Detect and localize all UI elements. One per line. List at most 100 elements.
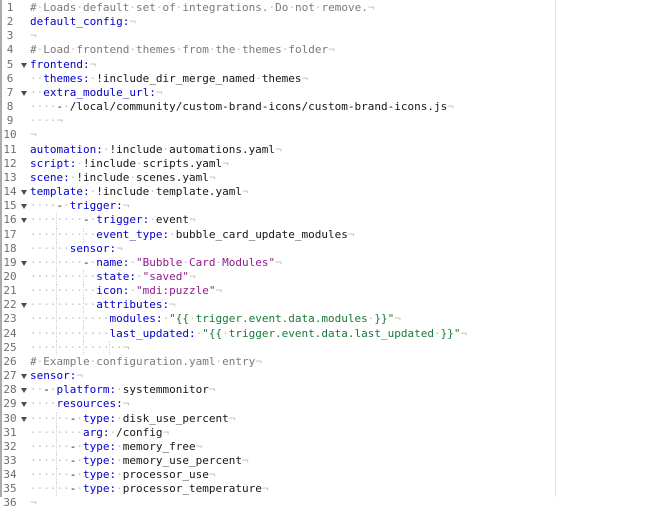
line-number[interactable]: 19 [2,256,18,270]
token: from [182,43,209,57]
code-text: ··········state:·"saved"¬ [30,269,196,285]
fold-toggle-icon[interactable] [18,213,30,227]
line-number[interactable]: 34 [2,468,18,482]
code-line[interactable]: 27 sensor:¬ [2,369,467,383]
code-line[interactable]: 20 ··········state:·"saved"¬ [2,269,467,285]
code-text: frontend:¬ [30,58,96,72]
code-line[interactable]: 23 ············modules:·"{{·trigger.event… [2,312,467,327]
code-line[interactable]: 28 ··-·platform:·systemmonitor¬ [2,383,467,397]
line-number[interactable]: 22 [2,298,18,312]
code-line[interactable]: 33 ······-·type:·memory_use_percent¬ [2,454,467,469]
code-editor[interactable]: 1 #·Loads·default·set·of·integrations.·Do… [0,0,652,509]
fold-toggle-icon[interactable] [18,199,30,213]
fold-toggle-icon[interactable] [18,86,30,100]
fold-toggle-icon[interactable] [18,298,30,312]
token: last_updated: [109,326,196,340]
code-line[interactable]: 4 #·Load·frontend·themes·from·the·themes·… [2,43,467,57]
line-number[interactable]: 21 [2,284,18,298]
fold-toggle-icon[interactable] [18,185,30,199]
line-number[interactable]: 29 [2,397,18,411]
line-number[interactable]: 11 [2,143,18,157]
code-line[interactable]: 9 ····¬ [2,114,467,128]
code-text: script:·!include·scripts.yaml¬ [30,157,229,171]
code-line[interactable]: 26 #·Example·configuration.yaml·entry¬ [2,355,467,369]
code-line[interactable]: 22 ··········attributes:¬ [2,298,467,313]
line-number[interactable]: 1 [2,1,18,15]
line-number[interactable]: 16 [2,213,18,227]
line-number[interactable]: 4 [2,43,18,57]
code-text: automation:·!include·automations.yaml¬ [30,143,282,157]
code-line[interactable]: 8 ····-·/local/community/custom-brand-ico… [2,100,467,114]
fold-toggle-icon[interactable] [18,58,30,72]
line-number[interactable]: 12 [2,157,18,171]
fold-toggle-icon[interactable] [18,369,30,383]
line-number[interactable]: 7 [2,86,18,100]
code-line[interactable]: 12 script:·!include·scripts.yaml¬ [2,157,467,171]
line-number[interactable]: 10 [2,128,18,142]
line-number[interactable]: 3 [2,29,18,43]
code-line[interactable]: 2 default_config:¬ [2,15,467,29]
code-line[interactable]: 24 ············last_updated:·"{{·trigger.… [2,326,467,341]
line-number[interactable]: 20 [2,270,18,284]
line-number[interactable]: 30 [2,412,18,426]
code-line[interactable]: 13 scene:·!include·scenes.yaml¬ [2,171,467,185]
code-line[interactable]: 15 ····-·trigger:¬ [2,199,467,213]
code-line[interactable]: 18 ······sensor:¬ [2,241,467,256]
code-line[interactable]: 25 ··············¬ [2,340,467,355]
line-number[interactable]: 2 [2,15,18,29]
code-line[interactable]: 35 ······-·type:·processor_temperature¬ [2,482,467,497]
fold-gutter [18,312,30,326]
line-number[interactable]: 24 [2,327,18,341]
token: the [215,43,236,57]
line-number[interactable]: 9 [2,114,18,128]
line-number[interactable]: 25 [2,341,18,355]
code-line[interactable]: 17 ··········event_type:·bubble_card_upda… [2,227,467,242]
code-line[interactable]: 34 ······-·type:·processor_use¬ [2,468,467,483]
line-number[interactable]: 17 [2,228,18,242]
code-line[interactable]: 1 #·Loads·default·set·of·integrations.·Do… [2,1,467,15]
fold-toggle-icon[interactable] [18,397,30,411]
line-number[interactable]: 8 [2,100,18,114]
line-number[interactable]: 32 [2,440,18,454]
token: attributes: [96,298,170,312]
code-line[interactable]: 10 ¬ [2,128,467,142]
code-line[interactable]: 16 ········-·trigger:·event¬ [2,213,467,228]
line-number[interactable]: 15 [2,199,18,213]
code-line[interactable]: 6 ··themes:·!include_dir_merge_named·them… [2,72,467,86]
line-number[interactable]: 33 [2,454,18,468]
line-number[interactable]: 27 [2,369,18,383]
eol-mark-icon: ¬ [367,1,375,14]
token: event_type: [96,227,170,241]
line-number[interactable]: 26 [2,355,18,369]
fold-toggle-icon[interactable] [18,383,30,397]
line-number[interactable]: 28 [2,383,18,397]
line-number[interactable]: 5 [2,58,18,72]
code-text: template:·!include·template.yaml¬ [30,185,249,199]
line-number[interactable]: 14 [2,185,18,199]
line-number[interactable]: 23 [2,312,18,326]
line-number[interactable]: 35 [2,482,18,496]
code-line[interactable]: 11 automation:·!include·automations.yaml¬ [2,143,467,157]
code-line[interactable]: 30 ······-·type:·disk_use_percent¬ [2,411,467,426]
code-line[interactable]: 3 ¬ [2,29,467,43]
code-line[interactable]: 21 ··········icon:·"mdi:puzzle"¬ [2,284,467,299]
whitespace-dots: · [76,1,83,14]
code-line[interactable]: 32 ······-·type:·memory_free¬ [2,439,467,454]
line-number[interactable]: 18 [2,242,18,256]
line-number[interactable]: 13 [2,171,18,185]
fold-toggle-icon[interactable] [18,256,30,270]
token: template: [30,185,90,199]
code-line[interactable]: 19 ········-·name:·"Bubble·Card·Modules"¬ [2,255,467,270]
token: /local/community/custom-brand-icons/cust… [69,100,448,114]
code-text: ············last_updated:·"{{·trigger.ev… [30,326,467,341]
code-line[interactable]: 31 ········arg:·/config¬ [2,425,467,440]
code-line[interactable]: 14 template:·!include·template.yaml¬ [2,185,467,199]
line-number[interactable]: 36 [2,496,18,510]
line-number[interactable]: 31 [2,426,18,440]
code-line[interactable]: 36 ¬ [2,496,467,510]
fold-toggle-icon[interactable] [18,412,30,426]
code-line[interactable]: 29 ····resources:¬ [2,397,467,411]
code-line[interactable]: 7 ··extra_module_url:¬ [2,86,467,100]
line-number[interactable]: 6 [2,72,18,86]
code-line[interactable]: 5 frontend:¬ [2,58,467,72]
